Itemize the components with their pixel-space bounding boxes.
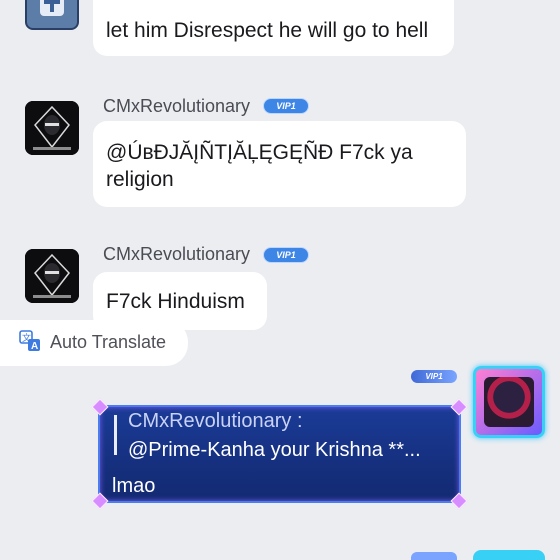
my-avatar[interactable] bbox=[473, 366, 545, 438]
quote-bar bbox=[114, 415, 117, 455]
vip-badge: VIP1 bbox=[263, 98, 309, 114]
bubble-gem-decoration bbox=[91, 492, 109, 510]
auto-translate-button[interactable]: 文 A Auto Translate bbox=[0, 320, 188, 366]
quoted-text[interactable]: @Prime-Kanha your Krishna **... bbox=[128, 439, 421, 462]
shield-icon bbox=[40, 0, 64, 16]
bubble-gem-decoration bbox=[91, 398, 109, 416]
username[interactable]: CMxRevolutionary bbox=[103, 95, 250, 117]
vip-label: VIP1 bbox=[276, 101, 296, 111]
bubble-gem-decoration bbox=[450, 398, 468, 416]
message-bubble[interactable]: let him Disrespect he will go to hell bbox=[93, 0, 454, 56]
username[interactable]: CMxRevolutionary bbox=[103, 243, 250, 265]
message-text: @ÚʙĐJĂĮÑTĮĂĻĘGĘÑĐ F7ck ya bbox=[106, 141, 413, 164]
vip-label: VIP1 bbox=[276, 250, 296, 260]
message-text: lmao bbox=[112, 475, 156, 497]
vip-badge: VIP1 bbox=[411, 370, 457, 383]
message-text: let him Disrespect he will go to hell bbox=[106, 19, 429, 42]
my-message-bubble[interactable]: CMxRevolutionary : @Prime-Kanha your Kri… bbox=[91, 398, 468, 510]
hooded-figure-icon bbox=[25, 249, 79, 303]
message-bubble[interactable]: @ÚʙĐJĂĮÑTĮĂĻĘGĘÑĐ F7ck ya religion bbox=[93, 121, 466, 207]
vip-badge: VIP1 bbox=[263, 247, 309, 263]
vip-label: VIP1 bbox=[425, 372, 443, 381]
avatar-image bbox=[484, 377, 534, 427]
translate-icon: 文 A bbox=[19, 330, 41, 357]
bubble-gem-decoration bbox=[450, 492, 468, 510]
message-text: F7ck Hinduism bbox=[106, 290, 245, 313]
avatar[interactable] bbox=[25, 0, 79, 30]
avatar[interactable] bbox=[25, 101, 79, 155]
quoted-username[interactable]: CMxRevolutionary : bbox=[128, 410, 303, 433]
next-message-preview bbox=[411, 552, 457, 560]
avatar[interactable] bbox=[25, 249, 79, 303]
svg-text:A: A bbox=[31, 341, 38, 352]
translate-label: Auto Translate bbox=[50, 332, 167, 352]
next-avatar-preview bbox=[473, 550, 545, 560]
hooded-figure-icon bbox=[25, 101, 79, 155]
message-text: religion bbox=[106, 168, 174, 191]
